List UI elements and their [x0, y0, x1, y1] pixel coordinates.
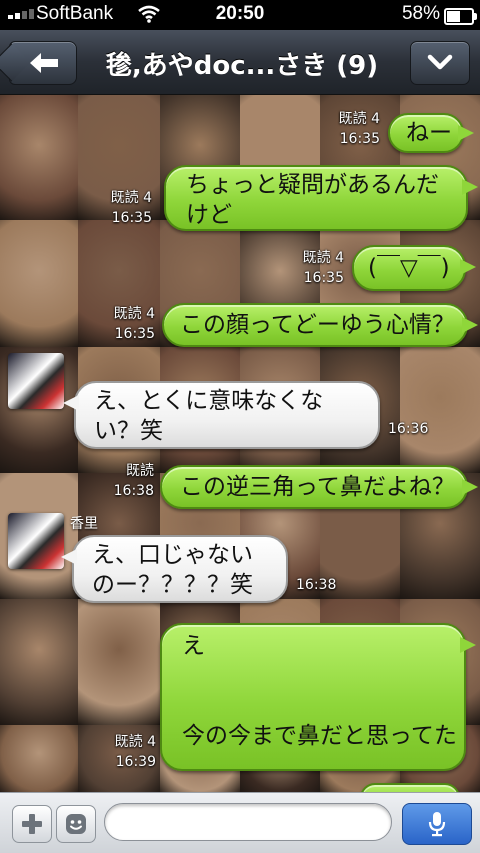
- message-time: 16:38: [113, 483, 154, 499]
- message-time: 16:35: [111, 210, 152, 226]
- contact-avatar[interactable]: [8, 353, 64, 409]
- contact-avatar[interactable]: [8, 513, 64, 569]
- collage-photo-tile: [78, 599, 160, 725]
- sender-name: 香里: [70, 516, 98, 532]
- message-text-line: [182, 661, 464, 691]
- message-bubble[interactable]: え 今の今まで鼻だと思ってた: [160, 623, 476, 771]
- message-meta: 既読 4 16:35: [296, 248, 344, 288]
- message-time: 16:35: [339, 131, 380, 147]
- back-arrow-icon: [30, 53, 58, 73]
- collage-photo-tile: [0, 220, 78, 347]
- read-receipt: 既読 4: [114, 734, 156, 750]
- chevron-down-icon: [427, 54, 453, 70]
- voice-button[interactable]: [402, 803, 472, 845]
- message-bubble-partial[interactable]: [360, 783, 460, 792]
- message-bubble[interactable]: (￣▽￣): [352, 245, 476, 291]
- bubble-tail: [462, 317, 478, 333]
- message-meta: 既読 4 16:35: [330, 109, 380, 149]
- chat-title: 毶,あやdoc...さき (9): [105, 51, 379, 81]
- message-time: 16:39: [115, 754, 156, 770]
- bubble-tail: [460, 637, 476, 653]
- back-button[interactable]: [9, 41, 77, 85]
- message-bubble[interactable]: この顔ってどーゆう心情？: [162, 303, 478, 347]
- read-receipt: 既読: [126, 463, 154, 479]
- message-meta: 既読 4 16:35: [103, 304, 155, 344]
- message-text: この逆三角って鼻だよね？: [180, 474, 455, 500]
- message-bubble[interactable]: ねー: [388, 113, 474, 153]
- message-time: 16:35: [114, 326, 155, 342]
- status-bar: SoftBank 20:50 58%: [0, 0, 480, 30]
- battery-percent: 58%: [401, 3, 440, 24]
- message-text-line: [182, 691, 464, 721]
- collage-photo-tile: [0, 95, 78, 220]
- sticker-button[interactable]: [56, 805, 96, 843]
- bubble-tail: [460, 259, 476, 275]
- read-receipt: 既読 4: [113, 306, 155, 322]
- collage-photo-tile: [400, 347, 480, 473]
- message-time: 16:38: [296, 577, 337, 593]
- bubble-tail: [61, 549, 77, 565]
- message-text: え、とくに意味なくない？笑: [94, 388, 324, 444]
- message-text: ちょっと疑問があるんだけど: [186, 172, 439, 228]
- plus-icon: [22, 814, 42, 834]
- message-meta: 既読 16:38: [104, 461, 154, 501]
- message-time: 16:36: [388, 421, 429, 437]
- message-bubble[interactable]: この逆三角って鼻だよね？: [160, 465, 478, 509]
- message-text: この顔ってどーゆう心情？: [180, 312, 455, 338]
- message-text: (￣▽￣): [368, 255, 450, 281]
- message-input[interactable]: [104, 803, 392, 841]
- message-bubble[interactable]: ちょっと疑問があるんだけど: [164, 165, 478, 231]
- read-receipt: 既読 4: [110, 190, 152, 206]
- message-bubble[interactable]: え、口じゃないのー？？？？笑: [61, 535, 288, 603]
- message-text-line: 今の今まで鼻だと思ってた: [182, 723, 457, 749]
- collage-photo-tile: [0, 725, 78, 792]
- message-meta: 16:36: [388, 419, 438, 439]
- battery-fill: [447, 11, 460, 22]
- message-meta: 既読 4 16:35: [100, 188, 152, 228]
- message-meta: 16:38: [296, 575, 346, 595]
- bubble-tail: [462, 479, 478, 495]
- message-text: ねー: [406, 120, 452, 146]
- bubble-tail: [63, 395, 79, 411]
- message-bubble[interactable]: え、とくに意味なくない？笑: [63, 381, 380, 449]
- chat-area[interactable]: 既読 4 16:35 ねー 既読 4 16:35 ちょっと疑問があるんだけど 既…: [0, 95, 480, 792]
- bubble-tail: [458, 125, 474, 141]
- read-receipt: 既読 4: [338, 111, 380, 127]
- battery-icon: [444, 8, 477, 25]
- bubble-tail: [462, 179, 478, 195]
- message-text-line: え: [182, 633, 205, 659]
- message-meta: 既読 4 16:39: [104, 732, 156, 772]
- read-receipt: 既読 4: [302, 250, 344, 266]
- message-time: 16:35: [303, 270, 344, 286]
- input-bar: [0, 792, 480, 853]
- collage-photo-tile: [0, 599, 78, 725]
- attach-button[interactable]: [12, 805, 52, 843]
- nav-bar: 毶,あやdoc...さき (9): [0, 30, 480, 95]
- message-text: え、口じゃないのー？？？？笑: [92, 542, 253, 598]
- emoji-icon: [66, 814, 86, 834]
- microphone-icon: [428, 812, 446, 837]
- menu-button[interactable]: [410, 41, 470, 85]
